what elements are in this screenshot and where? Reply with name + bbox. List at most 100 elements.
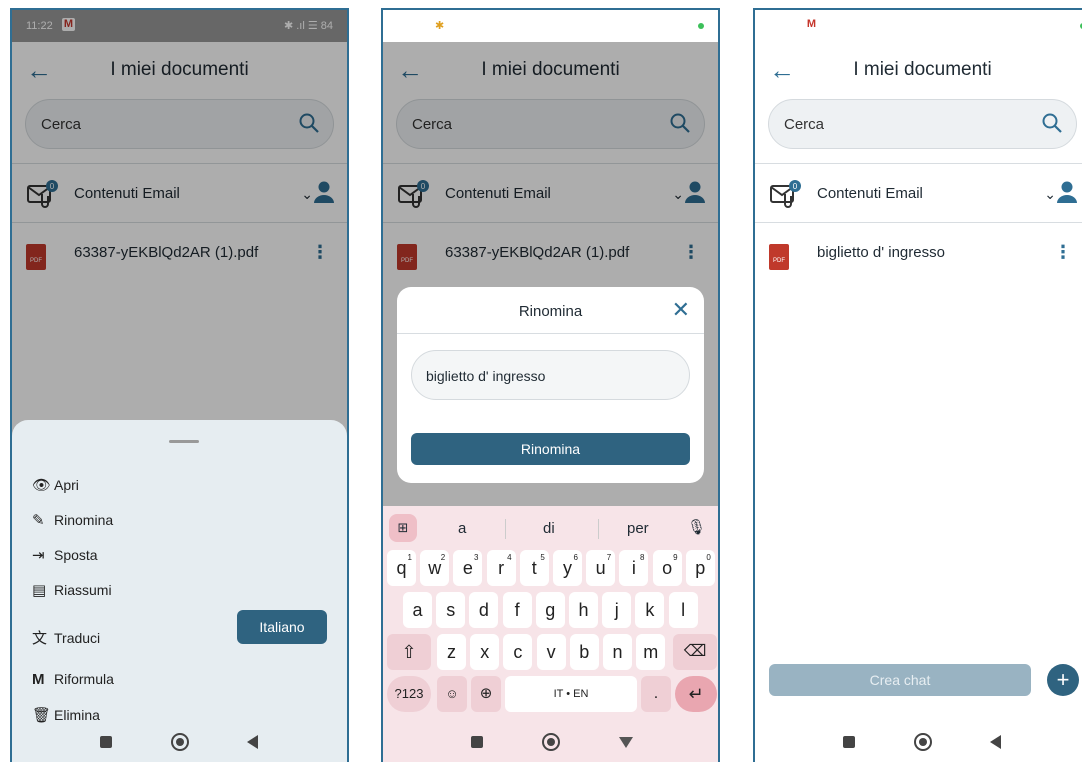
backspace-icon[interactable]: ⌫ <box>673 634 717 670</box>
close-icon[interactable]: ✕ <box>672 297 690 323</box>
key-d[interactable]: d <box>469 592 499 628</box>
key-n[interactable]: n <box>603 634 632 670</box>
file-row[interactable]: PDF biglietto d' ingresso ⋮ <box>755 236 1082 278</box>
space-key[interactable]: IT • EN <box>505 676 637 712</box>
key-s[interactable]: s <box>436 592 466 628</box>
email-contents-label: Contenuti Email <box>817 185 923 202</box>
search-field[interactable]: Cerca <box>768 99 1077 149</box>
chevron-down-icon[interactable]: ⌄ <box>1044 186 1056 203</box>
menu-item-rephrase[interactable]: M Riformula <box>32 671 114 688</box>
search-icon[interactable] <box>1040 111 1064 140</box>
menu-item-open[interactable]: 👁 Apri <box>32 476 79 494</box>
app-bar: ← I miei documenti <box>755 50 1082 100</box>
system-nav-bar <box>383 726 718 762</box>
email-contents-row[interactable]: 0 Contenuti Email ⌄ <box>755 164 1082 222</box>
more-options-icon[interactable]: ⋮ <box>1054 241 1072 263</box>
key-m[interactable]: m <box>636 634 666 670</box>
back-nav-icon[interactable] <box>247 735 258 749</box>
key-l[interactable]: l <box>668 592 698 628</box>
key-g[interactable]: g <box>535 592 565 628</box>
recents-icon[interactable] <box>843 736 855 748</box>
create-chat-button[interactable]: Crea chat <box>769 664 1031 696</box>
key-h[interactable]: h <box>569 592 598 628</box>
key-u[interactable]: u7 <box>586 550 616 586</box>
key-r[interactable]: r4 <box>486 550 516 586</box>
key-hint: 2 <box>440 553 446 562</box>
file-name: biglietto d' ingresso <box>817 244 945 261</box>
recents-icon[interactable] <box>471 736 483 748</box>
shift-icon[interactable]: ⇧ <box>387 634 431 670</box>
gmail-notification-icon: M <box>805 18 818 31</box>
privacy-dot <box>698 23 704 29</box>
key-x[interactable]: x <box>470 634 500 670</box>
home-icon[interactable] <box>171 733 189 751</box>
status-bar: M <box>755 10 1082 42</box>
divider <box>505 519 506 539</box>
rename-confirm-button[interactable]: Rinomina <box>411 433 690 465</box>
recents-icon[interactable] <box>100 736 112 748</box>
microphone-icon[interactable]: 🎙 <box>687 518 706 536</box>
key-e[interactable]: e3 <box>453 550 483 586</box>
divider <box>598 519 599 539</box>
menu-item-rename[interactable]: ✎ Rinomina <box>32 511 113 529</box>
language-button[interactable]: Italiano <box>237 610 327 644</box>
key-t[interactable]: t5 <box>519 550 549 586</box>
home-icon[interactable] <box>914 733 932 751</box>
key-hint: 3 <box>473 553 479 562</box>
key-hint: 4 <box>507 553 512 562</box>
suggestion[interactable]: di <box>543 520 555 537</box>
key-b[interactable]: b <box>569 634 599 670</box>
rename-input[interactable]: biglietto d' ingresso <box>411 350 690 400</box>
key-c[interactable]: c <box>503 634 533 670</box>
menu-item-delete[interactable]: 🗑 Elimina <box>32 706 100 724</box>
key-q[interactable]: q1 <box>387 550 416 586</box>
globe-icon[interactable]: ⊕ <box>471 676 501 712</box>
key-hint: 9 <box>673 553 678 562</box>
system-nav-bar <box>755 726 1082 762</box>
key-symbols[interactable]: ?123 <box>387 676 431 712</box>
enter-icon[interactable]: ↵ <box>675 676 717 712</box>
back-nav-icon[interactable] <box>990 735 1001 749</box>
key-w[interactable]: w2 <box>420 550 450 586</box>
user-icon[interactable] <box>1056 180 1078 209</box>
dialog-title: Rinomina <box>518 303 583 320</box>
phone-screen-rename-dialog: ✱ ← I miei documenti Cerca 0 Contenuti E… <box>381 8 720 762</box>
add-icon[interactable]: + <box>1047 664 1079 696</box>
key-a[interactable]: a <box>403 592 432 628</box>
key-i[interactable]: i8 <box>619 550 649 586</box>
menu-item-translate[interactable]: 文 Traduci <box>32 627 100 648</box>
key-p[interactable]: p0 <box>685 550 715 586</box>
menu-item-move[interactable]: ⇥ Sposta <box>32 546 98 564</box>
key-y[interactable]: y6 <box>553 550 582 586</box>
status-bar: ✱ <box>383 10 718 42</box>
on-screen-keyboard: ⊞ a di per 🎙 q1w2e3r4t5y6u7i8o9p0 asdfgh… <box>383 506 718 762</box>
hide-keyboard-icon[interactable] <box>619 737 633 748</box>
key-hint: 0 <box>706 553 711 562</box>
svg-text:0: 0 <box>793 182 798 191</box>
phone-screen-renamed: M ← I miei documenti Cerca 0 Contenuti E… <box>753 8 1082 762</box>
suggestion[interactable]: per <box>627 520 649 537</box>
translate-icon: 文 <box>32 630 48 647</box>
key-k[interactable]: k <box>635 592 665 628</box>
move-icon: ⇥ <box>32 547 45 564</box>
key-v[interactable]: v <box>536 634 566 670</box>
drag-handle[interactable] <box>169 440 199 443</box>
key-z[interactable]: z <box>437 634 466 670</box>
suggestion[interactable]: a <box>458 520 466 537</box>
key-j[interactable]: j <box>602 592 632 628</box>
apps-grid-icon[interactable]: ⊞ <box>389 514 417 542</box>
rephrase-icon: M <box>32 671 45 688</box>
key-hint: 5 <box>540 553 545 562</box>
emoji-icon[interactable]: ☺ <box>437 676 467 712</box>
mail-attachment-icon: 0 <box>769 180 803 215</box>
search-placeholder: Cerca <box>784 116 825 133</box>
suggestion-strip: ⊞ a di per 🎙 <box>383 512 718 542</box>
key-f[interactable]: f <box>502 592 532 628</box>
menu-item-summarize[interactable]: ▤ Riassumi <box>32 581 112 599</box>
key-period[interactable]: . <box>641 676 671 712</box>
key-hint: 1 <box>407 553 412 562</box>
key-o[interactable]: o9 <box>652 550 682 586</box>
system-nav-bar <box>12 726 347 762</box>
home-icon[interactable] <box>542 733 560 751</box>
trash-icon: 🗑 <box>32 707 52 724</box>
